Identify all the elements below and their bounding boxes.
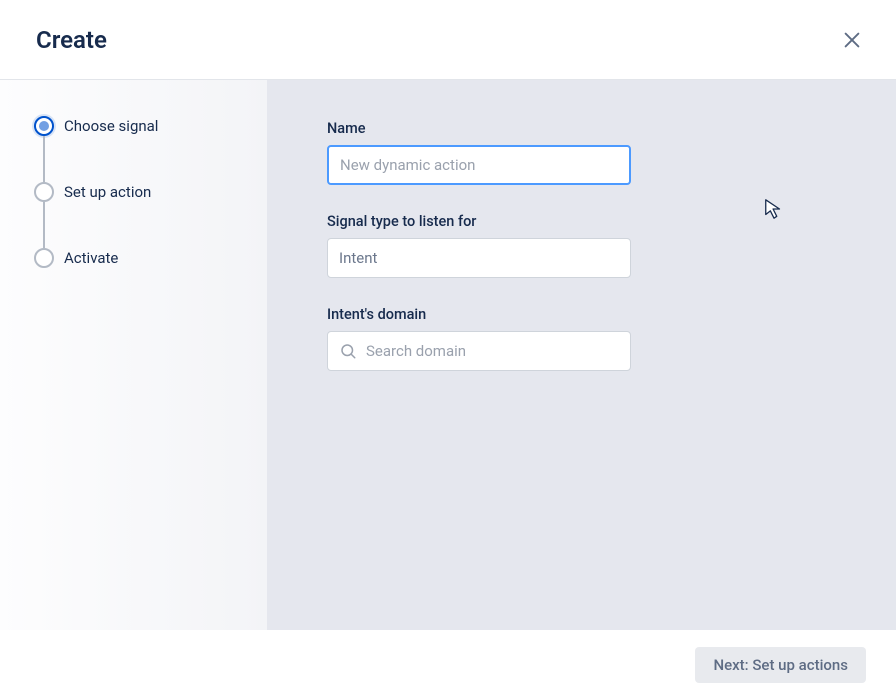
step-label: Choose signal [64, 116, 158, 136]
step-connector [43, 202, 45, 248]
intent-domain-search-input[interactable] [327, 331, 631, 371]
cursor-icon [763, 198, 785, 220]
close-button[interactable] [836, 24, 868, 56]
name-input[interactable] [327, 145, 631, 185]
step-activate[interactable]: Activate [34, 248, 267, 268]
next-button[interactable]: Next: Set up actions [695, 647, 866, 683]
step-indicator-icon [34, 248, 54, 268]
step-label: Set up action [64, 182, 151, 202]
modal-title: Create [36, 26, 107, 54]
stepper-sidebar: Choose signal Set up action Activate [0, 80, 267, 630]
signal-type-label: Signal type to listen for [327, 213, 836, 230]
step-choose-signal[interactable]: Choose signal [34, 116, 267, 182]
form-panel: Name Signal type to listen for Intent In… [267, 80, 896, 630]
step-indicator-icon [34, 116, 54, 136]
signal-type-select[interactable] [327, 238, 631, 278]
step-connector [43, 136, 45, 182]
close-icon [841, 29, 863, 51]
name-label: Name [327, 120, 836, 137]
intent-domain-label: Intent's domain [327, 306, 836, 323]
step-set-up-action[interactable]: Set up action [34, 182, 267, 248]
step-indicator-icon [34, 182, 54, 202]
step-label: Activate [64, 248, 118, 268]
modal-footer: Next: Set up actions [0, 630, 896, 700]
modal-header: Create [0, 0, 896, 80]
